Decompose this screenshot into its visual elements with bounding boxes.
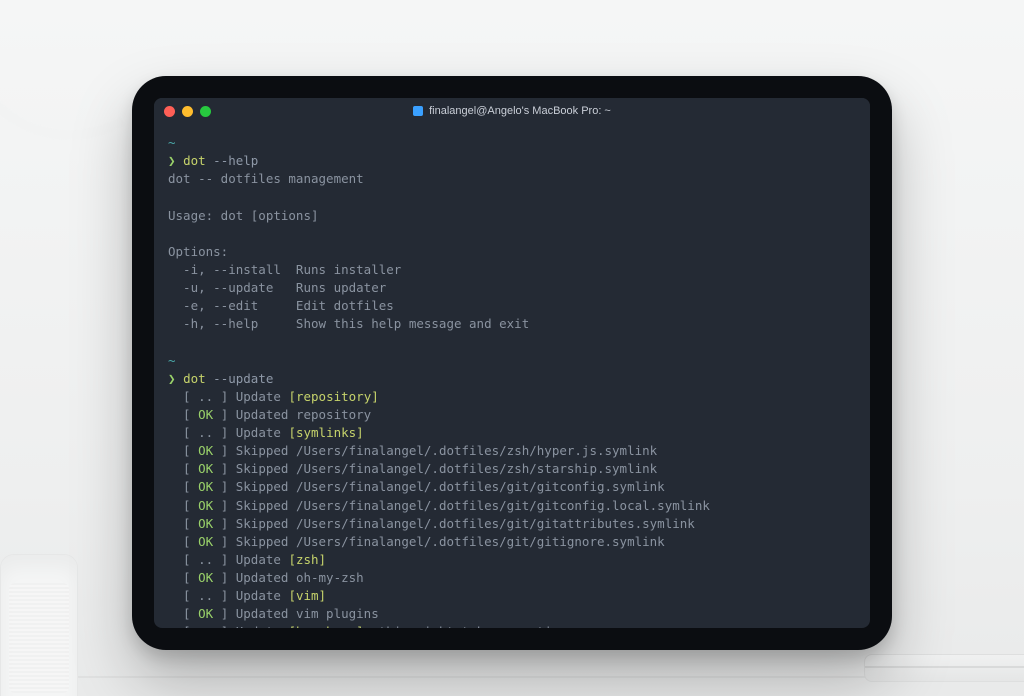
- status-tag: [symlinks]: [288, 425, 363, 440]
- laptop-edge-deco: [864, 654, 1024, 682]
- status-message: Skipped /Users/finalangel/.dotfiles/git/…: [236, 516, 695, 531]
- terminal-line: -h, --help Show this help message and ex…: [168, 315, 856, 333]
- status-message: Skipped /Users/finalangel/.dotfiles/git/…: [236, 479, 665, 494]
- status-message: Update: [236, 425, 289, 440]
- folder-icon: [413, 106, 423, 116]
- terminal-line: [ .. ] Update [repository]: [168, 388, 856, 406]
- window-title-wrap: finalangel@Angelo's MacBook Pro: ~: [154, 105, 870, 117]
- terminal-line: [ OK ] Updated repository: [168, 406, 856, 424]
- terminal-line: [168, 225, 856, 243]
- monitor-stand: [466, 636, 558, 696]
- status-ok: OK: [198, 570, 213, 585]
- terminal-line: [ OK ] Skipped /Users/finalangel/.dotfil…: [168, 460, 856, 478]
- status-pending: ..: [198, 425, 213, 440]
- status-tag: [vim]: [288, 588, 326, 603]
- status-pending: ..: [198, 588, 213, 603]
- terminal-line: [ .. ] Update [vim]: [168, 587, 856, 605]
- status-ok: OK: [198, 606, 213, 621]
- status-ok: OK: [198, 534, 213, 549]
- terminal-line: [ OK ] Updated vim plugins: [168, 605, 856, 623]
- status-message: Update: [236, 389, 289, 404]
- terminal-line: [ .. ] Update [homebrew], this might tak…: [168, 623, 856, 628]
- background-stage: finalangel@Angelo's MacBook Pro: ~ ~ ❯ do…: [0, 0, 1024, 696]
- zoom-icon[interactable]: [200, 106, 211, 117]
- status-tag: [homebrew]: [288, 624, 363, 628]
- status-message: Updated repository: [236, 407, 371, 422]
- prompt-caret: ❯: [168, 153, 183, 168]
- status-ok: OK: [198, 516, 213, 531]
- terminal-line: ❯ dot --update: [168, 370, 856, 388]
- terminal-line: -i, --install Runs installer: [168, 261, 856, 279]
- terminal-line: [ OK ] Skipped /Users/finalangel/.dotfil…: [168, 497, 856, 515]
- status-message: Skipped /Users/finalangel/.dotfiles/zsh/…: [236, 443, 657, 458]
- terminal-line: ❯ dot --help: [168, 152, 856, 170]
- window-titlebar[interactable]: finalangel@Angelo's MacBook Pro: ~: [154, 98, 870, 124]
- minimize-icon[interactable]: [182, 106, 193, 117]
- terminal-output: -u, --update Runs updater: [168, 280, 386, 295]
- prompt-cwd: ~: [168, 135, 176, 150]
- prompt-caret: ❯: [168, 371, 183, 386]
- status-tag: [zsh]: [288, 552, 326, 567]
- status-pending: ..: [198, 552, 213, 567]
- terminal-output: Usage: dot [options]: [168, 208, 319, 223]
- terminal-output: -i, --install Runs installer: [168, 262, 401, 277]
- status-message: Updated oh-my-zsh: [236, 570, 364, 585]
- status-ok: OK: [198, 479, 213, 494]
- speaker-deco: [0, 554, 78, 696]
- status-ok: OK: [198, 443, 213, 458]
- terminal-body[interactable]: ~❯ dot --helpdot -- dotfiles management …: [154, 124, 870, 628]
- terminal-line: dot -- dotfiles management: [168, 170, 856, 188]
- status-message: Skipped /Users/finalangel/.dotfiles/git/…: [236, 498, 710, 513]
- status-ok: OK: [198, 498, 213, 513]
- terminal-line: [168, 333, 856, 351]
- terminal-line: [ OK ] Updated oh-my-zsh: [168, 569, 856, 587]
- terminal-output: -e, --edit Edit dotfiles: [168, 298, 394, 313]
- terminal-line: [ OK ] Skipped /Users/finalangel/.dotfil…: [168, 442, 856, 460]
- monitor-frame: finalangel@Angelo's MacBook Pro: ~ ~ ❯ do…: [132, 76, 892, 650]
- terminal-line: [ OK ] Skipped /Users/finalangel/.dotfil…: [168, 478, 856, 496]
- terminal-line: [ .. ] Update [symlinks]: [168, 424, 856, 442]
- terminal-window: finalangel@Angelo's MacBook Pro: ~ ~ ❯ do…: [154, 98, 870, 628]
- terminal-line: Usage: dot [options]: [168, 207, 856, 225]
- window-title: finalangel@Angelo's MacBook Pro: ~: [429, 105, 611, 117]
- traffic-lights: [164, 106, 211, 117]
- terminal-line: Options:: [168, 243, 856, 261]
- status-message: Skipped /Users/finalangel/.dotfiles/zsh/…: [236, 461, 657, 476]
- terminal-line: [168, 188, 856, 206]
- command-args: --update: [206, 371, 274, 386]
- status-message: Update: [236, 588, 289, 603]
- command-args: --help: [206, 153, 259, 168]
- terminal-line: [ .. ] Update [zsh]: [168, 551, 856, 569]
- status-pending: ..: [198, 624, 213, 628]
- prompt-cwd: ~: [168, 353, 176, 368]
- terminal-output: [168, 189, 176, 204]
- status-pending: ..: [198, 389, 213, 404]
- status-message-tail: , this might take some time...: [364, 624, 590, 628]
- terminal-line: -e, --edit Edit dotfiles: [168, 297, 856, 315]
- terminal-line: ~: [168, 352, 856, 370]
- terminal-output: [168, 226, 176, 241]
- terminal-output: dot -- dotfiles management: [168, 171, 364, 186]
- command-name: dot: [183, 153, 206, 168]
- terminal-output: Options:: [168, 244, 228, 259]
- status-message: Update: [236, 552, 289, 567]
- status-tag: [repository]: [288, 389, 378, 404]
- terminal-line: ~: [168, 134, 856, 152]
- command-name: dot: [183, 371, 206, 386]
- terminal-line: [ OK ] Skipped /Users/finalangel/.dotfil…: [168, 515, 856, 533]
- status-ok: OK: [198, 461, 213, 476]
- status-ok: OK: [198, 407, 213, 422]
- close-icon[interactable]: [164, 106, 175, 117]
- status-message: Update: [236, 624, 289, 628]
- status-message: Updated vim plugins: [236, 606, 379, 621]
- terminal-line: [ OK ] Skipped /Users/finalangel/.dotfil…: [168, 533, 856, 551]
- terminal-output: -h, --help Show this help message and ex…: [168, 316, 529, 331]
- status-message: Skipped /Users/finalangel/.dotfiles/git/…: [236, 534, 665, 549]
- terminal-line: -u, --update Runs updater: [168, 279, 856, 297]
